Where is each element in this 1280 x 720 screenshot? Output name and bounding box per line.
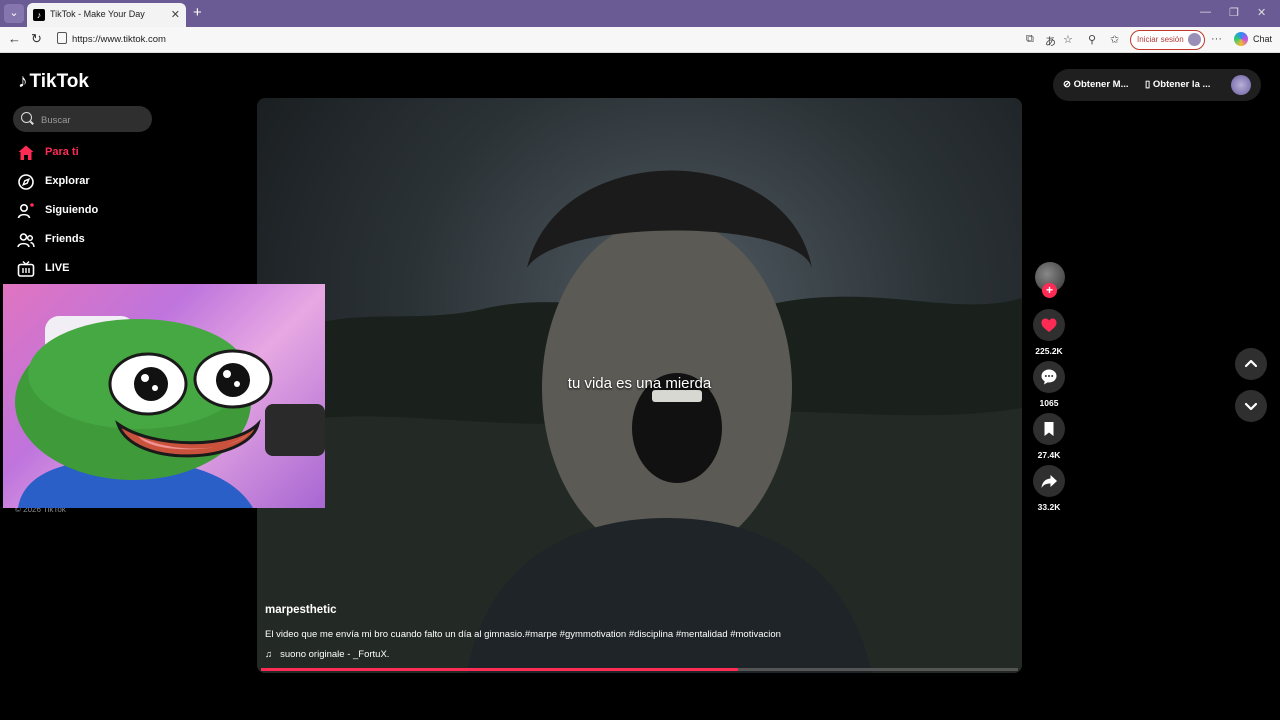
follow-plus-icon[interactable]: + (1042, 283, 1057, 298)
get-coins-label: Obtener M... (1073, 79, 1129, 90)
share-button[interactable] (1033, 465, 1065, 497)
browser-tab[interactable]: ♪ TikTok - Make Your Day ✕ (27, 3, 186, 27)
home-icon (18, 145, 34, 160)
user-avatar[interactable] (1231, 75, 1251, 95)
close-window-icon[interactable]: ✕ (1257, 6, 1266, 19)
search-input[interactable] (39, 110, 148, 130)
sidebar-item-label: Siguiendo (45, 204, 99, 216)
sidebar-item-label: Friends (45, 233, 85, 245)
live-icon (17, 260, 35, 277)
get-coins-button[interactable]: ⊘ Obtener M... (1063, 79, 1129, 90)
video-description: El video que me envía mi bro cuando falt… (265, 629, 781, 640)
minimize-icon[interactable]: — (1200, 6, 1211, 18)
comment-icon (1041, 369, 1057, 385)
video-author-username[interactable]: marpesthetic (265, 604, 337, 616)
like-count: 225.2K (1035, 346, 1063, 356)
close-tab-icon[interactable]: ✕ (171, 8, 180, 21)
sidebar-item-label: LIVE (45, 262, 70, 274)
tiktok-page: ♪TikTok Para ti Explorar Siguiendo Frien… (3, 53, 1277, 717)
friends-icon (17, 233, 35, 248)
video-progress-fill (261, 668, 738, 671)
sidebar-item-siguiendo[interactable]: Siguiendo (15, 199, 155, 223)
comment-button[interactable] (1033, 361, 1065, 393)
previous-video-button[interactable] (1235, 348, 1267, 380)
sidebar-item-live[interactable]: LIVE (15, 257, 155, 281)
maximize-icon[interactable]: ❐ (1229, 6, 1239, 19)
heart-icon (1041, 318, 1057, 332)
tiktok-logo[interactable]: ♪ TikTok (18, 71, 89, 93)
video-caption-overlay: tu vida es una mierda (567, 375, 712, 392)
chevron-down-icon (1244, 402, 1258, 411)
search-box[interactable] (13, 106, 152, 132)
signin-label: Iniciar sesión (1137, 35, 1184, 44)
tiktok-favicon-icon: ♪ (33, 9, 45, 21)
favorite-star-icon[interactable]: ☆ (1063, 33, 1073, 46)
get-app-label: Obtener la ... (1152, 79, 1211, 90)
save-count: 27.4K (1037, 450, 1061, 460)
search-icon-handle (30, 120, 34, 125)
copilot-icon[interactable] (1234, 32, 1248, 46)
new-tab-plus-icon[interactable]: + (193, 4, 202, 21)
extensions-icon[interactable]: ⚲ (1088, 33, 1096, 46)
following-icon (17, 203, 34, 219)
address-toolbar: ← ↻ https://www.tiktok.com ⧉ あ ☆ ⚲ ✩ Ini… (0, 27, 1280, 53)
share-arrow-icon (1041, 475, 1057, 488)
sidebar-item-para-ti[interactable]: Para ti (15, 141, 155, 165)
tiktok-note-icon: ♪ (18, 71, 28, 92)
compass-icon (18, 174, 34, 190)
reload-icon[interactable]: ↻ (31, 31, 42, 47)
back-arrow-icon[interactable]: ← (8, 31, 21, 46)
tab-actions-chevron-icon[interactable]: ⌄ (4, 4, 24, 23)
music-note-icon: ♫ (265, 649, 273, 660)
url-text[interactable]: https://www.tiktok.com (72, 34, 166, 45)
get-app-button[interactable]: ▯ Obtener la ... (1145, 79, 1210, 90)
bookmark-icon (1044, 422, 1054, 436)
chevron-up-icon (1244, 359, 1258, 368)
picture-in-picture-window[interactable] (3, 284, 325, 508)
profile-avatar-icon (1188, 33, 1201, 46)
header-actions: ⊘ Obtener M... ▯ Obtener la ... (1053, 69, 1261, 101)
save-button[interactable] (1033, 413, 1065, 445)
next-video-button[interactable] (1235, 390, 1267, 422)
signin-button[interactable]: Iniciar sesión (1130, 30, 1205, 50)
comment-count: 1065 (1039, 398, 1059, 408)
favorites-list-icon[interactable]: ✩ (1110, 33, 1119, 46)
video-music[interactable]: ♫ suono originale - _FortuX. (265, 649, 389, 660)
sidebar-item-explorar[interactable]: Explorar (15, 170, 155, 194)
sidebar-item-label: Explorar (45, 175, 90, 187)
chat-button[interactable]: Chat (1253, 34, 1272, 44)
tab-title: TikTok - Make Your Day (50, 9, 145, 19)
translate-icon[interactable]: あ (1045, 33, 1056, 49)
browser-tab-bar: ⌄ ♪ TikTok - Make Your Day ✕ + — ❐ ✕ (0, 0, 1280, 27)
sidebar-item-label: Para ti (45, 146, 79, 158)
address-bar[interactable]: https://www.tiktok.com (51, 30, 1021, 49)
more-options-icon[interactable]: ··· (1211, 33, 1222, 45)
site-info-lock-icon[interactable] (57, 32, 67, 44)
sidebar-item-friends[interactable]: Friends (15, 228, 155, 252)
share-count: 33.2K (1037, 502, 1061, 512)
music-title: suono originale - _FortuX. (280, 649, 390, 660)
like-button[interactable] (1033, 309, 1065, 341)
frog-meme-image (3, 284, 325, 508)
open-in-app-icon[interactable]: ⧉ (1026, 33, 1034, 46)
video-progress-bar[interactable] (261, 668, 1018, 671)
logo-text: TikTok (29, 71, 89, 92)
video-player[interactable]: tu vida es una mierda marpesthetic El vi… (257, 98, 1022, 673)
